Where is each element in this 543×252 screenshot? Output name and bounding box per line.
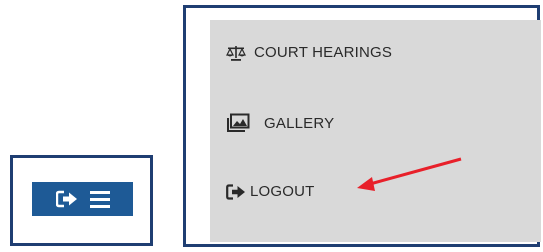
menu-item-court-hearings[interactable]: COURT HEARINGS — [226, 44, 392, 61]
menu-frame: COURT HEARINGS GALLERY LOGOUT — [183, 5, 541, 247]
image-gallery-icon — [226, 113, 250, 133]
menu-item-gallery[interactable]: GALLERY — [226, 113, 334, 133]
menu-item-logout[interactable]: LOGOUT — [226, 183, 315, 200]
hamburger-menu-icon[interactable] — [89, 190, 110, 208]
toolbar-bar — [32, 182, 133, 216]
menu-item-label: LOGOUT — [250, 183, 315, 200]
scales-of-justice-icon — [226, 45, 246, 61]
menu-panel: COURT HEARINGS GALLERY LOGOUT — [210, 20, 541, 242]
menu-item-label: GALLERY — [264, 114, 335, 132]
logout-icon[interactable] — [55, 190, 78, 208]
toolbar-frame — [10, 155, 153, 246]
menu-item-label: COURT HEARINGS — [254, 44, 393, 61]
screenshot-stage: COURT HEARINGS GALLERY LOGOUT — [0, 0, 543, 252]
logout-icon — [226, 183, 246, 200]
